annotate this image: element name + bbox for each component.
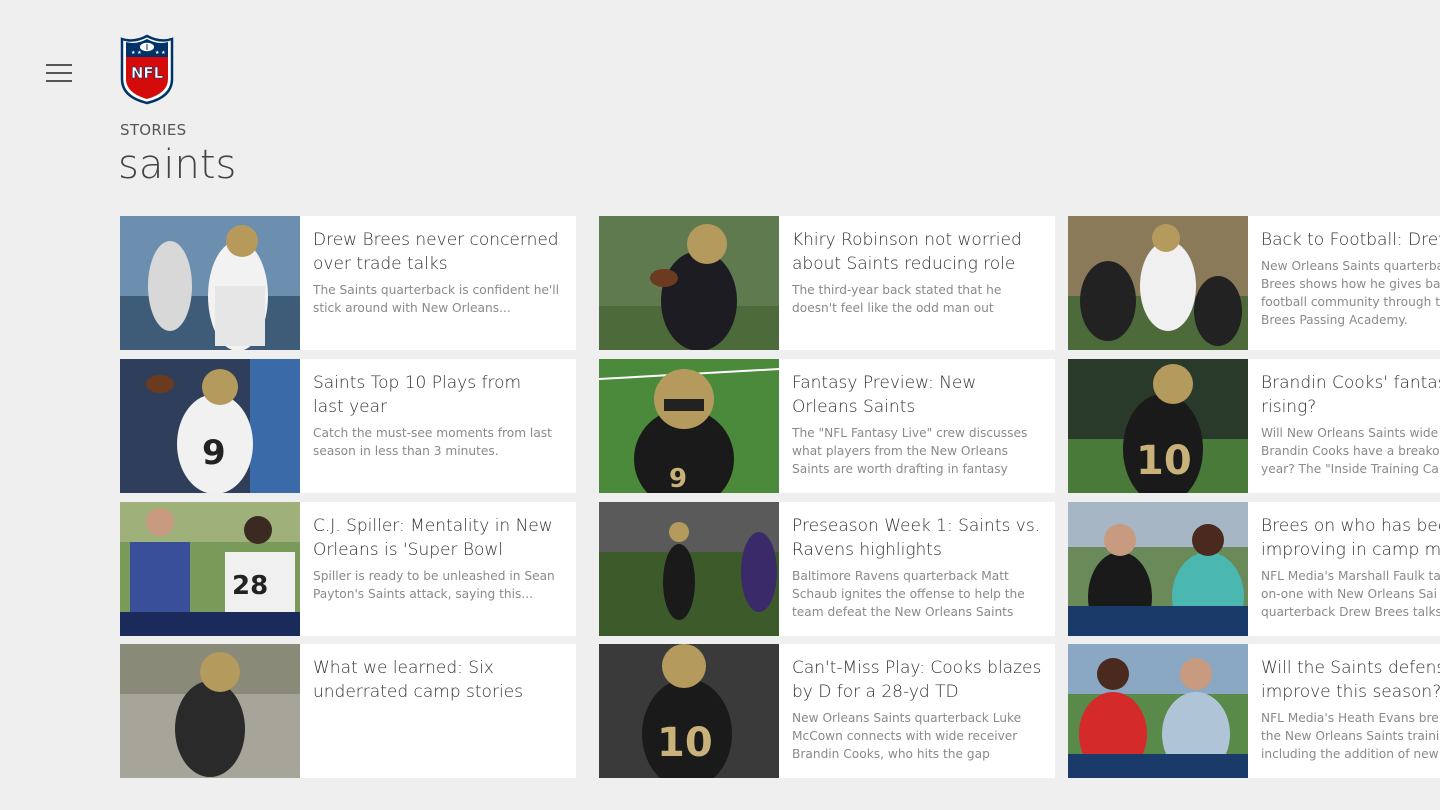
story-thumbnail [120, 644, 300, 778]
story-card[interactable]: 9 Saints Top 10 Plays from last year Cat… [120, 359, 576, 493]
story-headline: C.J. Spiller: Mentality in New Orleans i… [313, 516, 553, 560]
page-title: saints [118, 142, 237, 188]
story-card[interactable]: Preseason Week 1: Saints vs. Ravens high… [599, 502, 1055, 636]
svg-text:10: 10 [1136, 438, 1192, 484]
story-thumbnail [1068, 216, 1248, 350]
story-summary: Spiller is ready to be unleashed in Sean… [313, 569, 555, 601]
story-headline: Saints Top 10 Plays from last year [313, 373, 522, 417]
story-card[interactable]: Will the Saints defens improve this seas… [1068, 644, 1440, 778]
story-summary: NFL Media's Marshall Faulk ta on-one wit… [1261, 569, 1440, 619]
story-thumbnail [599, 216, 779, 350]
story-card[interactable]: 9 Fantasy Preview: New Orleans Saints Th… [599, 359, 1055, 493]
story-grid: Drew Brees never concerned over trade ta… [120, 216, 1440, 786]
story-summary: The Saints quarterback is confident he'l… [313, 283, 560, 315]
story-headline: Back to Football: Drew [1261, 230, 1440, 250]
story-headline: Preseason Week 1: Saints vs. Ravens high… [792, 516, 1041, 560]
story-card[interactable]: 10 Brandin Cooks' fantas rising? Will Ne… [1068, 359, 1440, 493]
story-summary: The third-year back stated that he doesn… [792, 283, 1002, 315]
story-thumbnail: 28 [120, 502, 300, 636]
story-card[interactable]: Brees on who has bee improving in camp m… [1068, 502, 1440, 636]
story-summary: Catch the must-see moments from last sea… [313, 426, 552, 458]
svg-text:10: 10 [657, 720, 713, 766]
story-headline: Khiry Robinson not worried about Saints … [792, 230, 1022, 274]
story-summary: Baltimore Ravens quarterback Matt Schaub… [792, 569, 1025, 619]
story-thumbnail [599, 502, 779, 636]
story-summary: Will New Orleans Saints wide Brandin Coo… [1261, 426, 1440, 476]
story-card[interactable]: What we learned: Six underrated camp sto… [120, 644, 576, 778]
story-headline: Will the Saints defens improve this seas… [1261, 658, 1440, 702]
section-label: STORIES [120, 121, 187, 139]
story-summary: NFL Media's Heath Evans bre the New Orle… [1261, 711, 1440, 761]
story-card[interactable]: Back to Football: Drew New Orleans Saint… [1068, 216, 1440, 350]
svg-text:★ ★: ★ ★ [155, 50, 166, 56]
story-card[interactable]: 10 Can't-Miss Play: Cooks blazes by D fo… [599, 644, 1055, 778]
story-headline: What we learned: Six underrated camp sto… [313, 658, 523, 702]
story-thumbnail: 9 [599, 359, 779, 493]
story-headline: Brees on who has bee improving in camp m [1261, 516, 1440, 560]
story-thumbnail [1068, 644, 1248, 778]
story-summary: New Orleans Saints quarterback Luke McCo… [792, 711, 1022, 761]
story-summary: The "NFL Fantasy Live" crew discusses wh… [792, 426, 1028, 476]
story-headline: Drew Brees never concerned over trade ta… [313, 230, 559, 274]
svg-text:9: 9 [202, 433, 226, 473]
story-thumbnail: 9 [120, 359, 300, 493]
story-summary: New Orleans Saints quarterba Brees shows… [1261, 259, 1440, 327]
story-card[interactable]: Khiry Robinson not worried about Saints … [599, 216, 1055, 350]
hamburger-menu-icon[interactable] [46, 62, 74, 84]
svg-text:9: 9 [669, 464, 687, 493]
story-thumbnail: 10 [599, 644, 779, 778]
nfl-logo-text: NFL [131, 64, 164, 82]
story-headline: Can't-Miss Play: Cooks blazes by D for a… [792, 658, 1042, 702]
svg-text:28: 28 [232, 571, 268, 601]
story-thumbnail: 10 [1068, 359, 1248, 493]
story-headline: Fantasy Preview: New Orleans Saints [792, 373, 977, 417]
nfl-logo: ★ ★ ★ ★ NFL [118, 33, 176, 105]
svg-text:★ ★: ★ ★ [131, 50, 142, 56]
story-thumbnail [120, 216, 300, 350]
story-thumbnail [1068, 502, 1248, 636]
story-headline: Brandin Cooks' fantas rising? [1261, 373, 1440, 417]
story-card[interactable]: Drew Brees never concerned over trade ta… [120, 216, 576, 350]
story-card[interactable]: 28 C.J. Spiller: Mentality in New Orlean… [120, 502, 576, 636]
